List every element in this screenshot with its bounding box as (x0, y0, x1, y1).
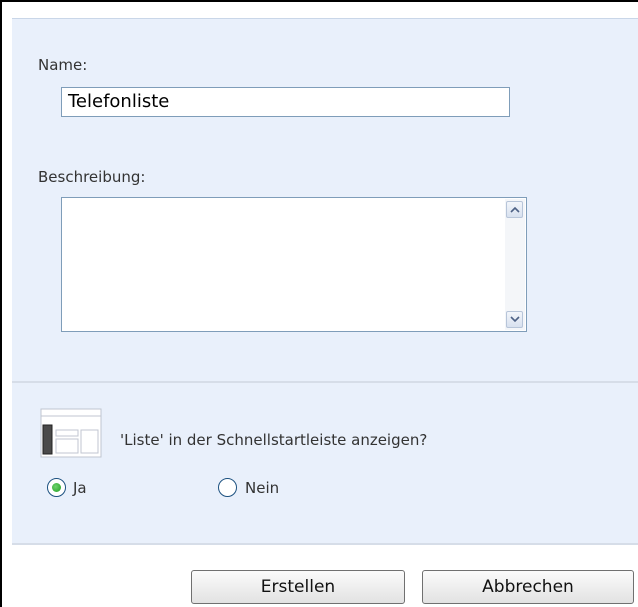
description-textarea[interactable] (61, 197, 527, 332)
chevron-up-icon (510, 206, 520, 213)
radio-ja[interactable] (47, 478, 66, 497)
radio-selected-dot (52, 483, 61, 492)
create-button[interactable]: Erstellen (191, 570, 405, 604)
section-divider (12, 543, 638, 545)
radio-nein[interactable] (218, 478, 237, 497)
cancel-button[interactable]: Abbrechen (422, 570, 634, 604)
name-input[interactable]: Telefonliste (61, 87, 510, 117)
radio-ja-label: Ja (73, 479, 87, 497)
scroll-down-button[interactable] (506, 311, 523, 328)
description-scrollbar[interactable] (505, 199, 525, 330)
quick-launch-list-icon (40, 408, 102, 458)
radio-nein-label: Nein (245, 479, 280, 497)
chevron-down-icon (510, 316, 520, 323)
name-label: Name: (38, 56, 88, 74)
description-label: Beschreibung: (38, 168, 146, 186)
quick-launch-question: 'Liste' in der Schnellstartleiste anzeig… (120, 431, 428, 449)
quick-launch-panel (12, 383, 638, 543)
scroll-up-button[interactable] (506, 201, 523, 218)
